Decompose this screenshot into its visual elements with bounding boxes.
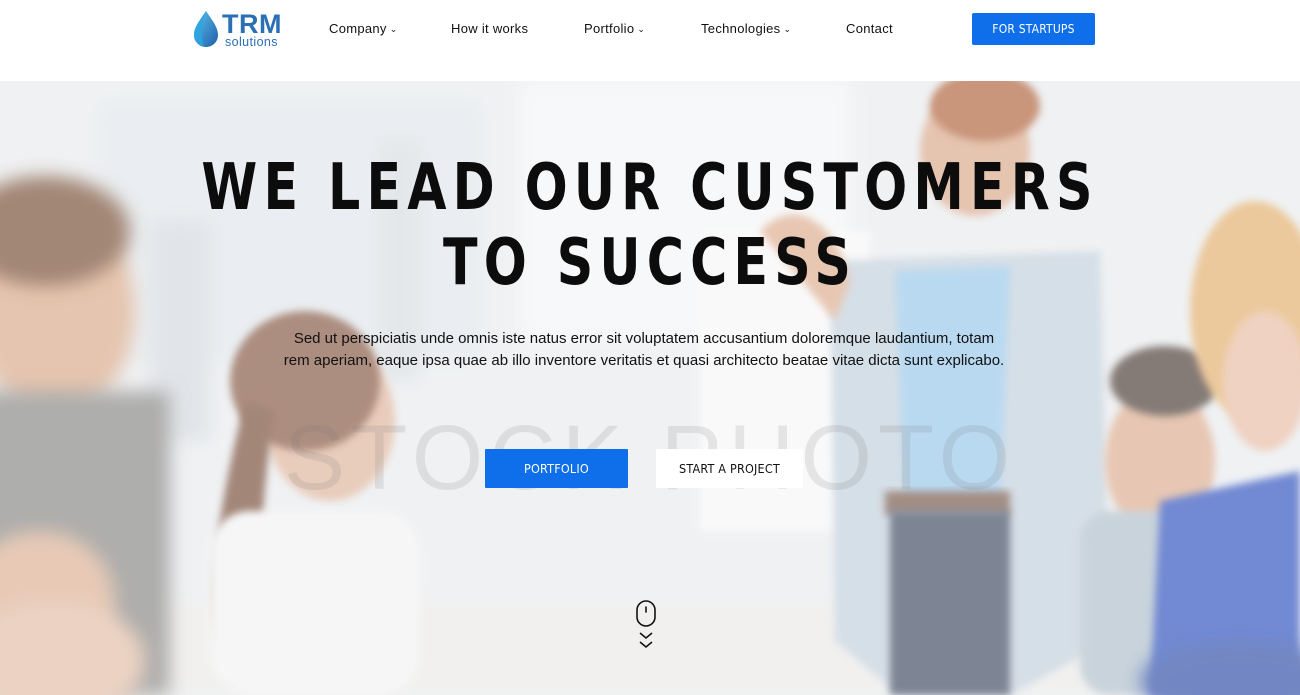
nav-item-contact[interactable]: Contact xyxy=(846,21,893,36)
hero-headline-line1: WE LEAD OUR CUSTOMERS xyxy=(201,151,1099,225)
site-header: TRM solutions Company ⌄ How it works Port… xyxy=(0,0,1300,81)
water-drop-logo-icon xyxy=(194,11,218,47)
mouse-scroll-icon[interactable] xyxy=(635,600,657,656)
nav-item-company[interactable]: Company ⌄ xyxy=(329,21,398,36)
nav-item-technologies[interactable]: Technologies ⌄ xyxy=(701,21,791,36)
chevron-down-icon: ⌄ xyxy=(389,24,398,34)
nav-item-label: Company xyxy=(329,21,387,36)
chevron-down-icon: ⌄ xyxy=(637,24,646,34)
nav-item-label: How it works xyxy=(451,21,529,36)
for-startups-button[interactable]: FOR STARTUPS xyxy=(972,13,1095,45)
hero-headline: WE LEAD OUR CUSTOMERS TO SUCCESS xyxy=(0,151,1300,301)
chevron-down-icon: ⌄ xyxy=(783,24,792,34)
nav-item-how-it-works[interactable]: How it works xyxy=(451,21,528,36)
nav-item-label: Technologies xyxy=(701,21,781,36)
trm-logo[interactable]: TRM solutions xyxy=(192,10,292,50)
hero-lead-text: Sed ut perspiciatis unde omnis iste natu… xyxy=(283,330,1005,369)
hero-section: STOCK PHOTO WE LEAD OUR CUSTOMERS TO SUC… xyxy=(0,81,1300,695)
nav-item-portfolio[interactable]: Portfolio ⌄ xyxy=(584,21,645,36)
logo-brand-text: TRM xyxy=(222,9,282,39)
logo-tagline: solutions xyxy=(225,35,278,49)
nav-item-label: Portfolio xyxy=(584,21,635,36)
stock-photo-watermark: STOCK PHOTO xyxy=(283,407,1017,509)
portfolio-button[interactable]: PORTFOLIO xyxy=(485,449,628,488)
hero-headline-line2: TO SUCCESS xyxy=(443,226,857,300)
nav-item-label: Contact xyxy=(846,21,893,36)
start-a-project-button[interactable]: START A PROJECT xyxy=(656,449,803,488)
